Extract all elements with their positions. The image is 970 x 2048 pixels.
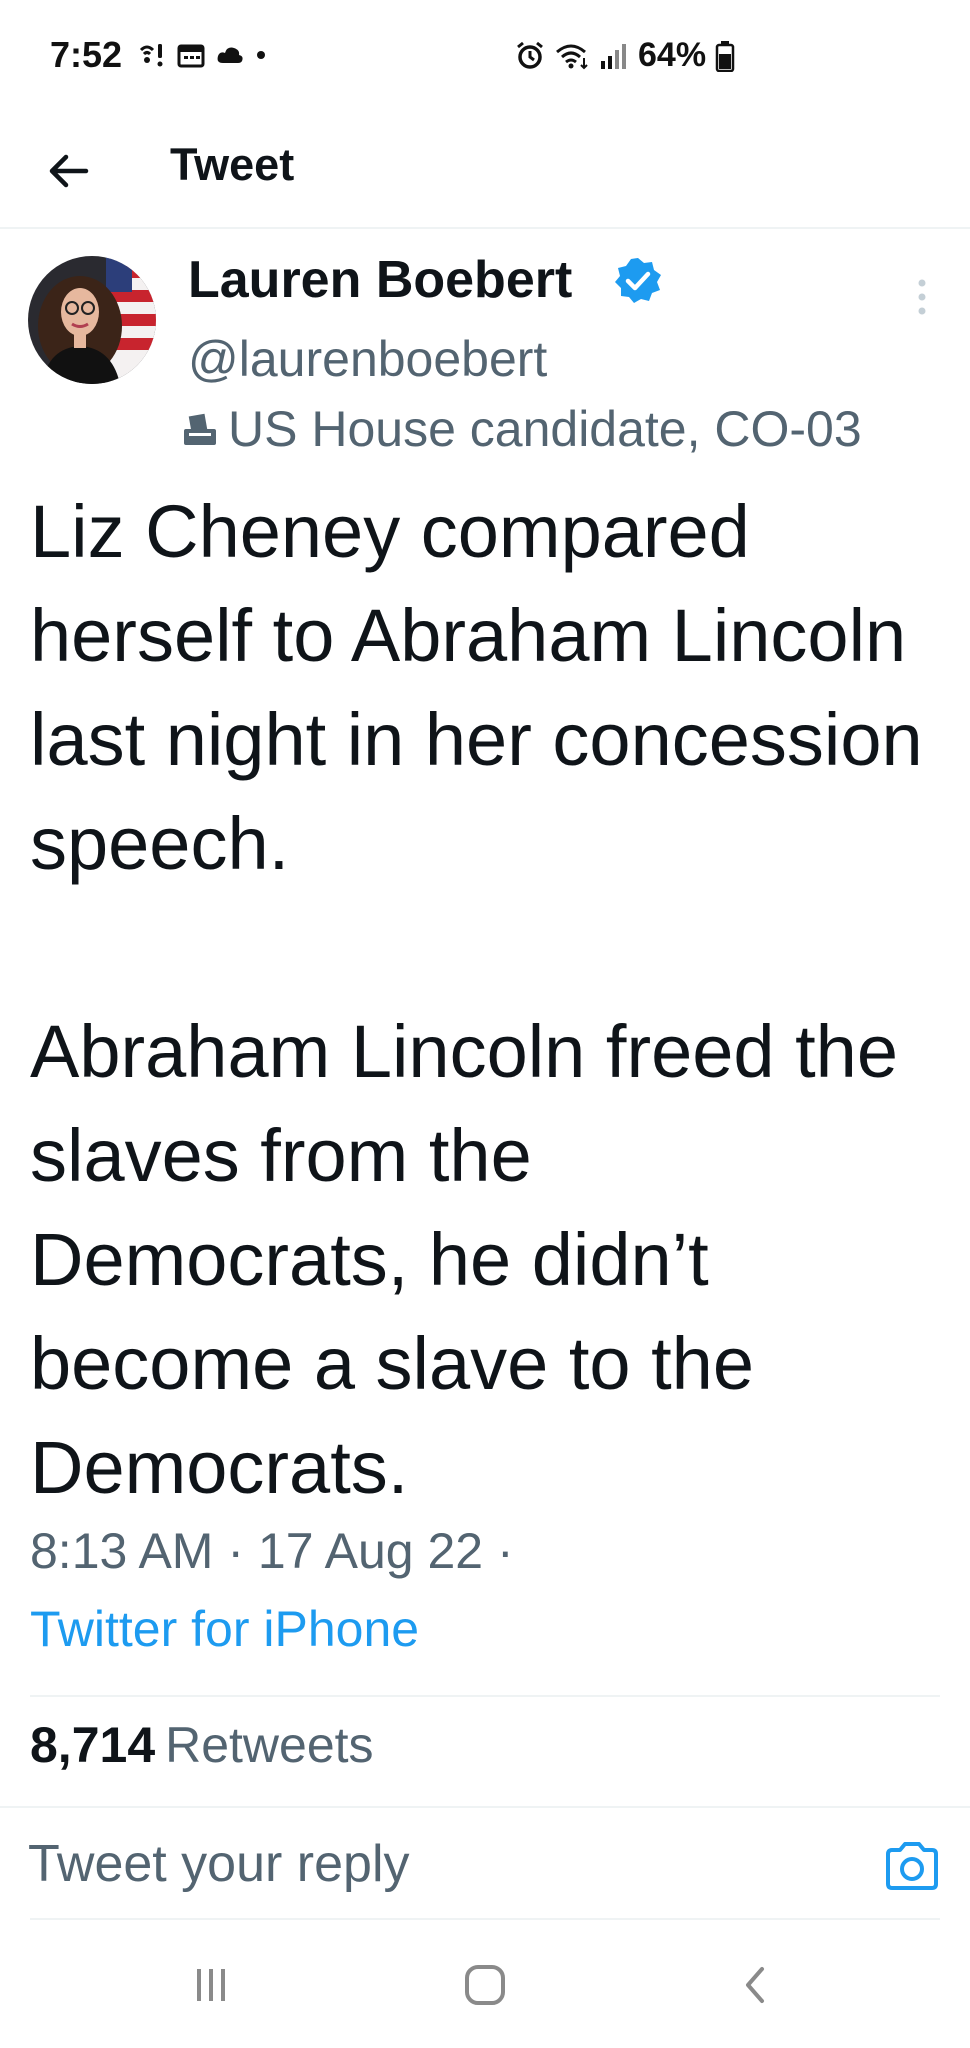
alarm-icon bbox=[517, 41, 543, 69]
battery-percent: 64% bbox=[638, 36, 707, 74]
camera-icon[interactable] bbox=[884, 1840, 940, 1892]
status-icons-left bbox=[137, 40, 267, 70]
reply-input[interactable]: Tweet your reply bbox=[28, 1834, 410, 1894]
cloud-icon bbox=[217, 47, 243, 63]
dot-icon bbox=[257, 51, 265, 59]
tweet-text: Liz Cheney compared herself to Abraham L… bbox=[30, 490, 923, 1509]
home-button[interactable] bbox=[450, 1950, 520, 2020]
battery-icon bbox=[715, 40, 735, 72]
more-vertical-icon bbox=[918, 279, 926, 315]
account-label: US House candidate, CO-03 bbox=[180, 400, 862, 458]
home-icon bbox=[465, 1965, 505, 2005]
wifi-icon bbox=[556, 44, 588, 69]
divider bbox=[30, 1695, 940, 1697]
back-chevron-icon bbox=[746, 1967, 764, 2003]
tweet-source-link[interactable]: Twitter for iPhone bbox=[30, 1600, 419, 1658]
recents-button[interactable] bbox=[176, 1950, 246, 2020]
system-nav-bar bbox=[0, 1920, 970, 2048]
back-button[interactable] bbox=[36, 139, 100, 203]
tweet-timestamp[interactable]: 8:13 AM · 17 Aug 22 · bbox=[30, 1522, 514, 1580]
status-icons-right: 64% bbox=[515, 36, 735, 75]
status-time: 7:52 bbox=[50, 34, 123, 75]
system-back-button[interactable] bbox=[720, 1950, 790, 2020]
profile-photo bbox=[28, 256, 156, 384]
arrow-left-icon bbox=[49, 154, 89, 188]
app-header: Tweet bbox=[0, 115, 970, 229]
verified-badge-icon bbox=[615, 258, 661, 303]
avatar[interactable] bbox=[28, 256, 156, 384]
author-name[interactable]: Lauren Boebert bbox=[188, 250, 572, 310]
more-options-button[interactable] bbox=[904, 272, 940, 322]
status-bar: 7:52 64% bbox=[0, 0, 970, 115]
ballot-box-icon bbox=[184, 413, 216, 445]
retweets-label: Retweets bbox=[165, 1717, 374, 1773]
retweets-count: 8,714 bbox=[30, 1717, 156, 1773]
signal-icon bbox=[601, 43, 626, 69]
retweets-stat[interactable]: 8,714 Retweets bbox=[30, 1716, 374, 1774]
calendar-icon bbox=[177, 44, 205, 68]
wifi-calling-icon bbox=[139, 44, 163, 67]
reply-bar: Tweet your reply bbox=[0, 1806, 970, 1920]
author-handle[interactable]: @laurenboebert bbox=[188, 330, 547, 388]
page-title: Tweet bbox=[170, 139, 295, 190]
recents-icon bbox=[197, 1969, 225, 2001]
account-label-text: US House candidate, CO-03 bbox=[228, 401, 862, 457]
